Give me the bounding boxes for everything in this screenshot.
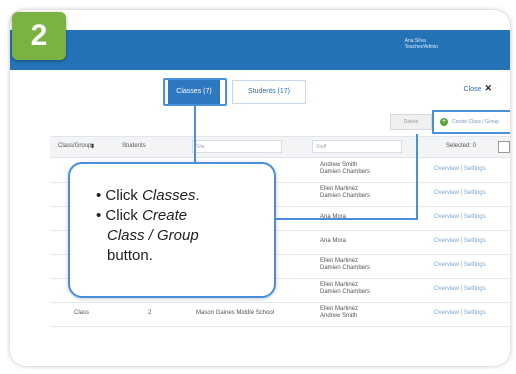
- instruction-callout: • Click Classes. • Click Create Class / …: [68, 162, 276, 298]
- connector-line-create-v: [416, 134, 418, 220]
- staff-name: Ellen Martinez: [320, 282, 359, 288]
- staff-name: Ellen Martinez: [320, 258, 359, 264]
- cell-staff: Ellen Martinez Damien Chambers: [320, 258, 370, 272]
- step-number-badge: 2: [12, 12, 66, 60]
- table-row: Class 2 Mason Gaines Middle School Ellen Ma…: [50, 302, 510, 327]
- staff-name: Andrew Smith: [320, 162, 358, 168]
- cell-staff: Ellen Martinez Andrew Smith: [320, 306, 358, 320]
- connector-line-create-h: [272, 218, 418, 220]
- instruction-2-target-cont: Class / Group: [107, 227, 199, 244]
- overview-settings-links[interactable]: Overview | Settings: [434, 262, 486, 268]
- instruction-1-target: Classes: [142, 187, 196, 204]
- cell-staff: Andrew Smith Damien Chambers: [320, 162, 370, 176]
- connector-line-classes: [194, 106, 196, 162]
- cell-type: Class: [74, 310, 90, 316]
- cell-staff: Ana Mora: [320, 238, 346, 244]
- tab-students[interactable]: Students (17): [232, 80, 306, 104]
- site-filter-input[interactable]: Site: [192, 140, 282, 153]
- cell-students: 2: [148, 310, 152, 316]
- instruction-2-suffix: button.: [107, 247, 153, 264]
- sort-icon[interactable]: ⬍: [90, 143, 95, 150]
- user-info[interactable]: Ana Silva Teacher/Admin: [405, 38, 438, 50]
- instruction-1-prefix: Click: [105, 187, 143, 204]
- plus-icon: +: [440, 118, 448, 126]
- select-all-checkbox[interactable]: [498, 141, 510, 153]
- close-label: Close: [463, 86, 482, 93]
- staff-name: Andrew Smith: [320, 313, 358, 319]
- header-students[interactable]: Students: [122, 143, 146, 149]
- overview-settings-links[interactable]: Overview | Settings: [434, 286, 486, 292]
- table-header: Class/Group ⬍ Students Site Staff Select…: [50, 136, 510, 158]
- disabled-toolbar-button: Delete: [390, 114, 432, 130]
- staff-name: Damien Chambers: [320, 289, 371, 295]
- header-type[interactable]: Class/Group: [58, 143, 91, 149]
- overview-settings-links[interactable]: Overview | Settings: [434, 238, 486, 244]
- overview-settings-links[interactable]: Overview | Settings: [434, 214, 486, 220]
- screenshot-frame: Ana Silva Teacher/Admin Classes (7) Stud…: [10, 10, 510, 366]
- create-class-group-button[interactable]: + Create Class / Group: [432, 110, 510, 134]
- app-header: Ana Silva Teacher/Admin: [10, 30, 510, 70]
- instruction-2-target: Create: [142, 207, 188, 224]
- staff-name: Damien Chambers: [320, 265, 371, 271]
- cell-school: Mason Gaines Middle School: [196, 310, 275, 316]
- user-role: Teacher/Admin: [404, 44, 438, 50]
- overview-settings-links[interactable]: Overview | Settings: [434, 190, 486, 196]
- selected-count: Selected: 0: [446, 143, 477, 149]
- staff-name: Damien Chambers: [320, 169, 371, 175]
- close-icon: ✕: [484, 83, 492, 93]
- instruction-text: • Click Classes. • Click Create Class / …: [96, 187, 200, 264]
- overview-settings-links[interactable]: Overview | Settings: [434, 310, 486, 316]
- staff-filter-input[interactable]: Staff: [312, 140, 402, 153]
- staff-name: Damien Chambers: [320, 193, 371, 199]
- staff-name: Ellen Martinez: [320, 186, 359, 192]
- staff-name: Ellen Martinez: [320, 306, 359, 312]
- cell-staff: Ellen Martinez Damien Chambers: [320, 282, 370, 296]
- close-button[interactable]: Close ✕: [464, 83, 492, 94]
- instruction-1-suffix: .: [195, 187, 200, 204]
- overview-settings-links[interactable]: Overview | Settings: [434, 166, 486, 172]
- cell-staff: Ellen Martinez Damien Chambers: [320, 186, 370, 200]
- staff-name: Ana Mora: [320, 238, 347, 244]
- classes-tab-highlight: [163, 78, 227, 106]
- instruction-2-prefix: Click: [105, 207, 143, 224]
- create-class-group-label: Create Class / Group: [452, 119, 499, 125]
